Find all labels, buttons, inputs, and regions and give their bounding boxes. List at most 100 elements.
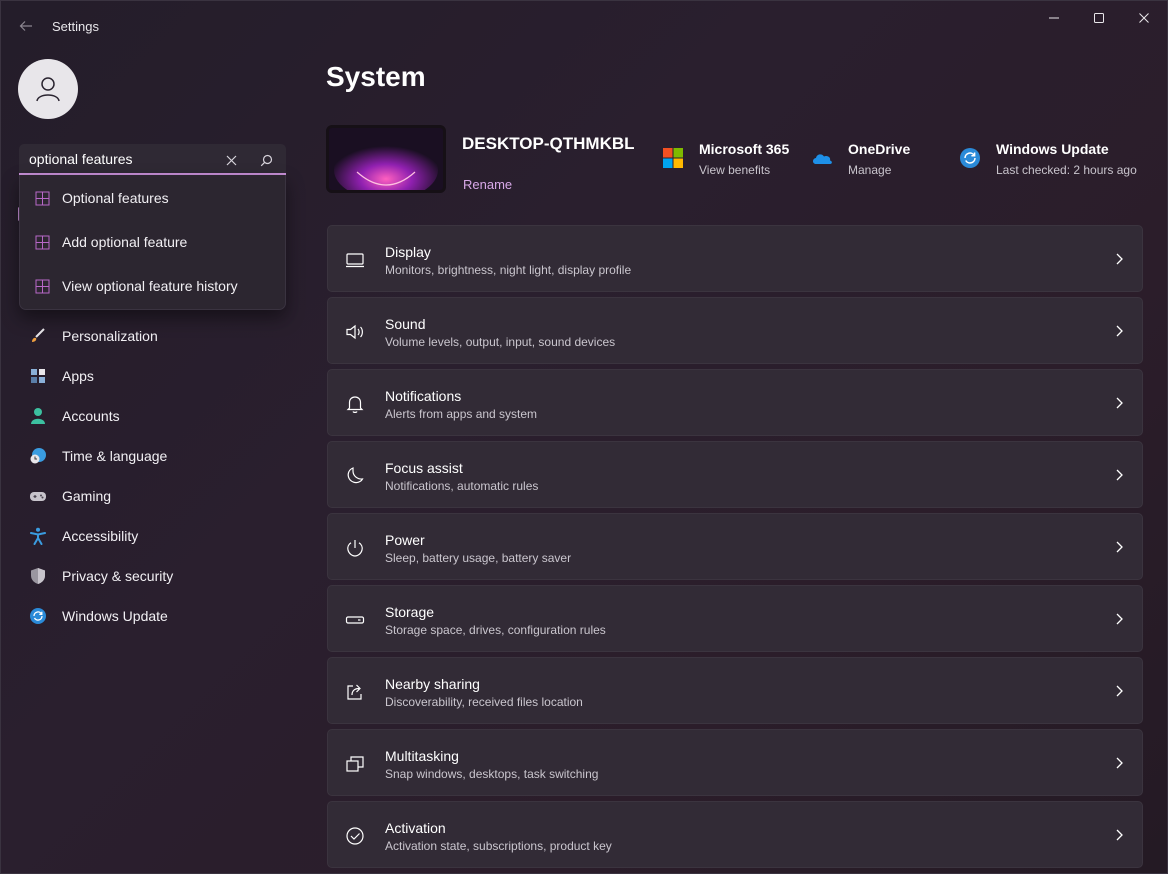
chevron-right-icon <box>1110 682 1128 700</box>
card-multitasking[interactable]: Multitasking Snap windows, desktops, tas… <box>327 729 1143 796</box>
share-icon <box>344 681 366 703</box>
card-power[interactable]: Power Sleep, battery usage, battery save… <box>327 513 1143 580</box>
update-icon <box>29 607 47 625</box>
optional-features-icon <box>35 279 50 294</box>
minimize-button[interactable] <box>1031 1 1077 35</box>
maximize-button[interactable] <box>1076 1 1122 35</box>
windows-update-link[interactable]: Windows Update Last checked: 2 hours ago <box>959 141 1139 181</box>
storage-icon <box>344 609 366 631</box>
minimize-icon <box>1049 17 1059 19</box>
sidebar-item-accounts[interactable]: Accounts <box>19 398 289 434</box>
suggestion-label: Add optional feature <box>62 234 188 250</box>
card-notifications[interactable]: Notifications Alerts from apps and syste… <box>327 369 1143 436</box>
optional-features-icon <box>35 235 50 250</box>
card-title: Multitasking <box>385 748 459 764</box>
rename-link[interactable]: Rename <box>463 177 512 192</box>
back-arrow-icon <box>19 21 32 31</box>
card-title: Power <box>385 532 425 548</box>
sidebar-item-windows-update[interactable]: Windows Update <box>19 598 289 634</box>
chevron-right-icon <box>1110 610 1128 628</box>
settings-window: Settings optional features Optional feat… <box>0 0 1168 874</box>
avatar[interactable] <box>18 59 78 119</box>
person-icon <box>29 407 47 425</box>
card-title: Display <box>385 244 431 260</box>
sidebar-item-label: Windows Update <box>62 608 168 624</box>
info-title: OneDrive <box>848 141 911 157</box>
chevron-right-icon <box>1110 826 1128 844</box>
update-icon <box>960 148 980 168</box>
sidebar-item-label: Apps <box>62 368 94 384</box>
sidebar-item-apps[interactable]: Apps <box>19 358 289 394</box>
search-button[interactable] <box>256 150 276 170</box>
card-title: Notifications <box>385 388 462 404</box>
sidebar-item-privacy-security[interactable]: Privacy & security <box>19 558 289 594</box>
info-subtitle: View benefits <box>699 163 771 177</box>
suggestion-add-optional-feature[interactable]: Add optional feature <box>20 220 286 264</box>
back-button[interactable] <box>13 13 39 39</box>
apps-icon <box>29 367 47 385</box>
device-name: DESKTOP-QTHMKBL <box>462 134 635 153</box>
microsoft-365-link[interactable]: Microsoft 365 View benefits <box>662 141 802 181</box>
card-display[interactable]: Display Monitors, brightness, night ligh… <box>327 225 1143 292</box>
card-subtitle: Discoverability, received files location <box>385 695 583 709</box>
sidebar-item-label: Accessibility <box>62 528 139 544</box>
monitor-icon <box>344 249 366 271</box>
suggestion-label: View optional feature history <box>62 278 238 294</box>
card-title: Nearby sharing <box>385 676 480 692</box>
multitask-icon <box>344 753 366 775</box>
info-subtitle: Last checked: 2 hours ago <box>996 163 1137 177</box>
info-title: Microsoft 365 <box>699 141 790 157</box>
card-title: Activation <box>385 820 446 836</box>
sidebar-item-personalization[interactable]: Personalization <box>19 318 289 354</box>
card-subtitle: Notifications, automatic rules <box>385 479 539 493</box>
card-subtitle: Activation state, subscriptions, product… <box>385 839 612 853</box>
card-sound[interactable]: Sound Volume levels, output, input, soun… <box>327 297 1143 364</box>
bell-icon <box>344 393 366 415</box>
card-title: Sound <box>385 316 426 332</box>
accessibility-icon <box>29 527 47 545</box>
search-box[interactable] <box>19 144 286 175</box>
card-subtitle: Volume levels, output, input, sound devi… <box>385 335 616 349</box>
chevron-right-icon <box>1110 466 1128 484</box>
card-title: Storage <box>385 604 435 620</box>
microsoft-logo-icon <box>663 148 683 168</box>
page-title: System <box>326 61 426 92</box>
close-icon <box>1139 13 1149 23</box>
sidebar-item-label: Time & language <box>62 448 168 464</box>
close-button[interactable] <box>1121 1 1167 35</box>
optional-features-icon <box>35 191 50 206</box>
suggestion-label: Optional features <box>62 190 169 206</box>
suggestion-optional-features[interactable]: Optional features <box>20 176 286 220</box>
shield-icon <box>29 567 47 585</box>
card-storage[interactable]: Storage Storage space, drives, configura… <box>327 585 1143 652</box>
moon-icon <box>344 465 366 487</box>
chevron-right-icon <box>1110 250 1128 268</box>
sidebar-item-label: Accounts <box>62 408 120 424</box>
clear-search-button[interactable] <box>221 150 241 170</box>
card-activation[interactable]: Activation Activation state, subscriptio… <box>327 801 1143 868</box>
sidebar-item-gaming[interactable]: Gaming <box>19 478 289 514</box>
card-subtitle: Monitors, brightness, night light, displ… <box>385 263 632 277</box>
card-nearby-sharing[interactable]: Nearby sharing Discoverability, received… <box>327 657 1143 724</box>
power-icon <box>344 537 366 559</box>
person-icon <box>36 77 60 102</box>
card-subtitle: Storage space, drives, configuration rul… <box>385 623 606 637</box>
card-subtitle: Sleep, battery usage, battery saver <box>385 551 572 565</box>
suggestion-view-optional-feature-history[interactable]: View optional feature history <box>20 264 286 308</box>
search-input[interactable] <box>29 150 219 168</box>
globe-clock-icon <box>29 447 47 465</box>
check-circle-icon <box>344 825 366 847</box>
info-subtitle: Manage <box>848 163 892 177</box>
gamepad-icon <box>29 487 47 505</box>
sidebar-item-time-language[interactable]: Time & language <box>19 438 289 474</box>
card-subtitle: Snap windows, desktops, task switching <box>385 767 599 781</box>
sidebar-item-label: Personalization <box>62 328 158 344</box>
onedrive-link[interactable]: OneDrive Manage <box>811 141 931 181</box>
sidebar-item-label: Gaming <box>62 488 112 504</box>
maximize-icon <box>1094 13 1104 23</box>
card-subtitle: Alerts from apps and system <box>385 407 538 421</box>
chevron-right-icon <box>1110 538 1128 556</box>
sidebar-item-accessibility[interactable]: Accessibility <box>19 518 289 554</box>
cloud-icon <box>813 154 832 164</box>
card-focus-assist[interactable]: Focus assist Notifications, automatic ru… <box>327 441 1143 508</box>
